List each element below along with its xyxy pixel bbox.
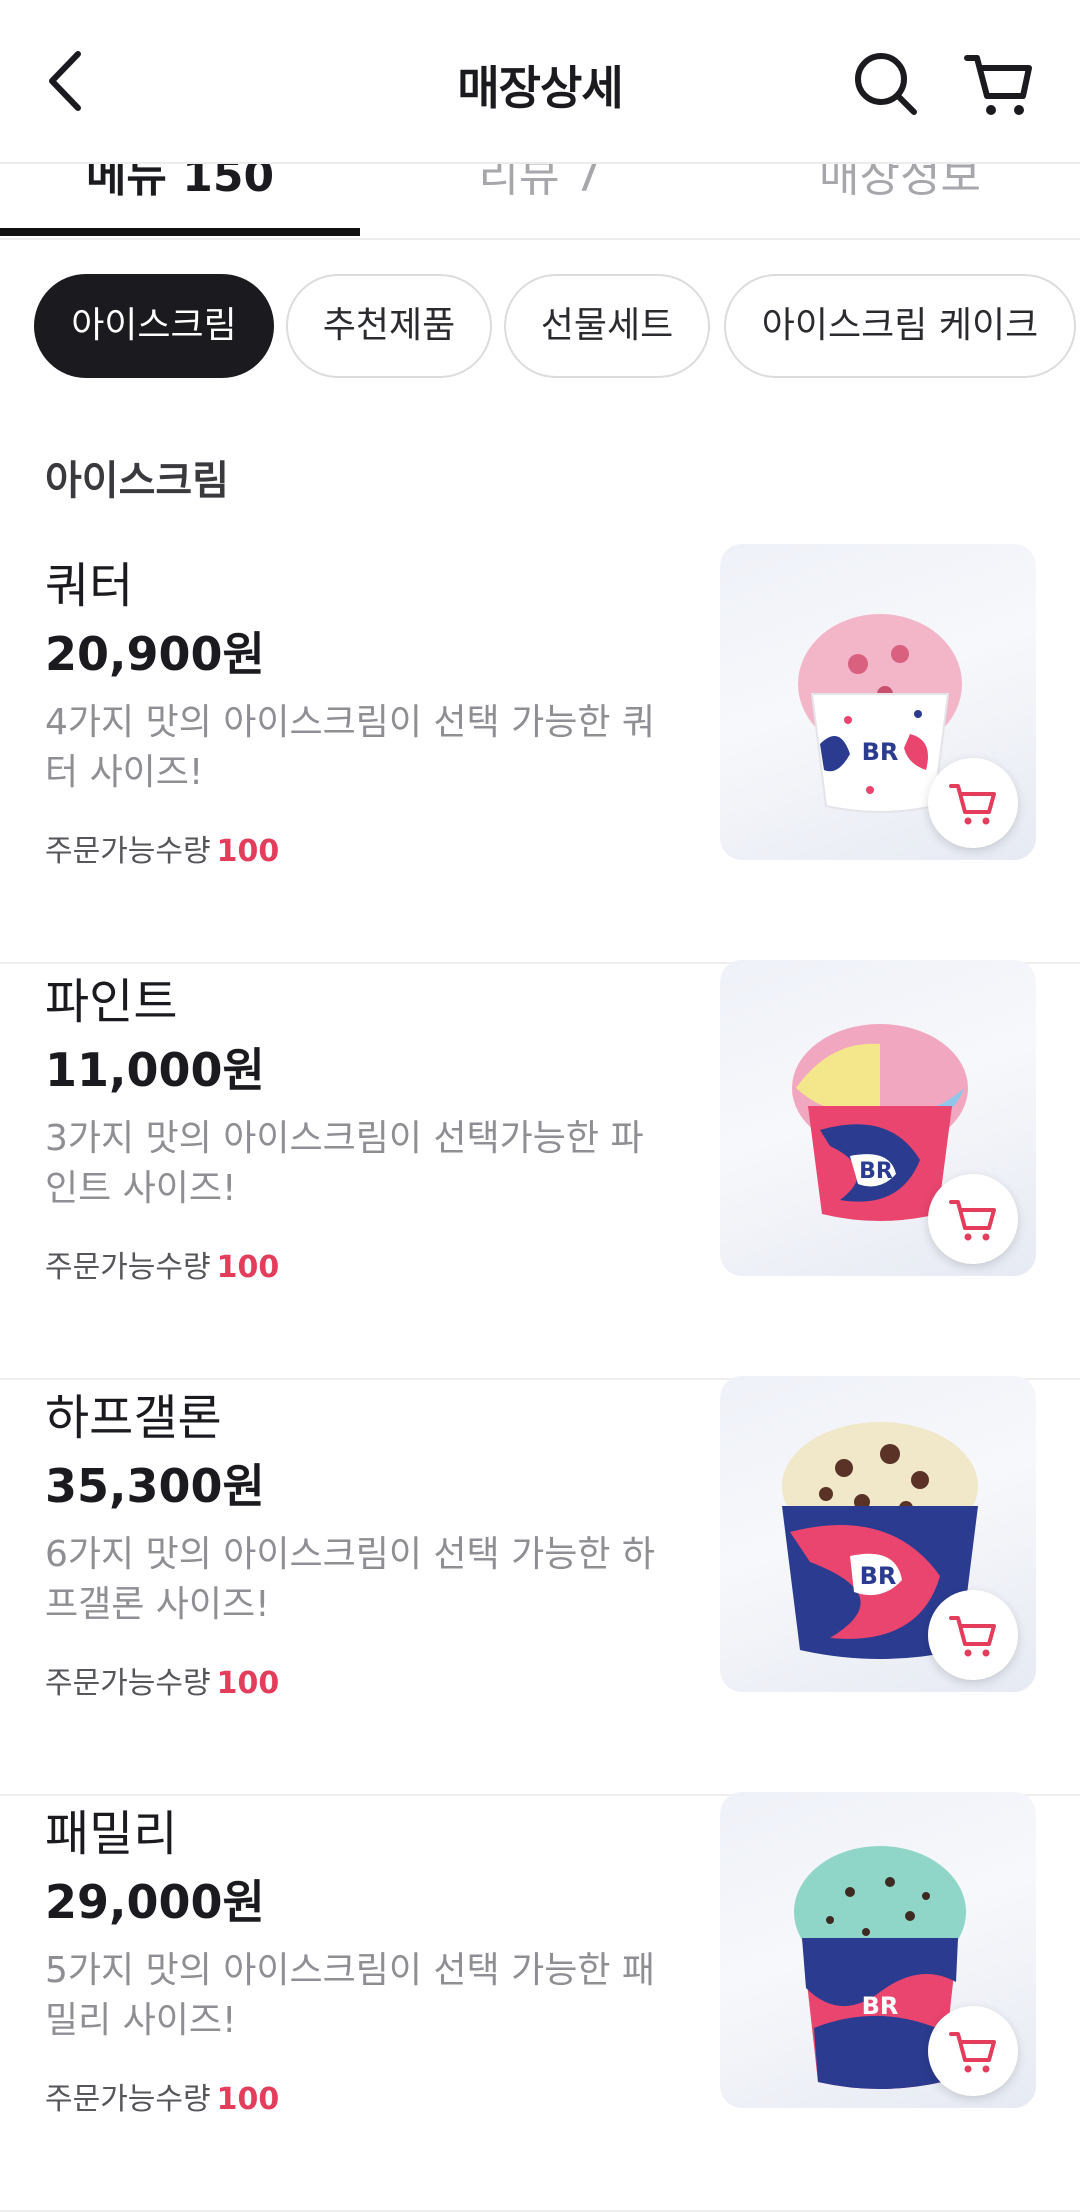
cart-icon (949, 784, 996, 825)
item-name: 패밀리 (45, 1806, 178, 1862)
menu-item[interactable]: 패밀리 29,000원 5가지 맛의 아이스크림이 선택 가능한 패밀리 사이즈… (0, 1792, 1080, 2212)
search-button[interactable] (852, 50, 918, 116)
stock-count: 100 (216, 834, 280, 869)
cart-button[interactable] (963, 48, 1035, 120)
chip-recommended[interactable]: 추천제품 (286, 274, 492, 378)
menu-item[interactable]: 쿼터 20,900원 4가지 맛의 아이스크림이 선택 가능한 쿼터 사이즈! … (0, 544, 1080, 964)
chip-icecream-cake[interactable]: 아이스크림 케이크 (724, 274, 1076, 378)
stock-label: 주문가능수량 (45, 1250, 211, 1285)
stock-label: 주문가능수량 (45, 2082, 211, 2117)
top-app-bar: 매장상세 (0, 0, 1080, 164)
item-description: 4가지 맛의 아이스크림이 선택 가능한 쿼터 사이즈! (45, 702, 656, 793)
item-price: 11,000원 (45, 1043, 265, 1097)
page-title: 매장상세 (457, 61, 623, 115)
cart-icon (949, 1616, 996, 1657)
tab-store-info[interactable]: 매장정보 (720, 162, 1080, 204)
menu-item[interactable]: 하프갤론 35,300원 6가지 맛의 아이스크림이 선택 가능한 하프갤론 사… (0, 1376, 1080, 1796)
section-title: 아이스크림 (45, 458, 229, 504)
tab-reviews[interactable]: 리뷰 7 (360, 162, 720, 204)
item-description: 6가지 맛의 아이스크림이 선택 가능한 하프갤론 사이즈! (45, 1534, 656, 1625)
item-stock: 주문가능수량 100 (45, 1242, 279, 1286)
add-to-cart-button[interactable] (928, 1174, 1018, 1264)
cart-icon (949, 1200, 996, 1241)
item-stock: 주문가능수량 100 (45, 826, 279, 870)
search-icon (855, 53, 917, 115)
item-stock: 주문가능수량 100 (45, 2074, 279, 2118)
item-name: 파인트 (45, 974, 178, 1030)
item-description: 3가지 맛의 아이스크림이 선택가능한 파인트 사이즈! (45, 1118, 644, 1209)
add-to-cart-button[interactable] (928, 2006, 1018, 2096)
stock-count: 100 (216, 1250, 280, 1285)
item-price: 20,900원 (45, 627, 265, 681)
stock-label: 주문가능수량 (45, 834, 211, 869)
item-name: 쿼터 (45, 558, 134, 614)
chip-gift-set[interactable]: 선물세트 (504, 274, 710, 378)
svg-text:BR: BR (862, 738, 899, 766)
cart-icon (949, 2032, 996, 2073)
stock-count: 100 (216, 1666, 280, 1701)
menu-item[interactable]: 파인트 11,000원 3가지 맛의 아이스크림이 선택가능한 파인트 사이즈!… (0, 960, 1080, 1380)
svg-text:BR: BR (862, 1992, 899, 2020)
item-stock: 주문가능수량 100 (45, 1658, 279, 1702)
stock-label: 주문가능수량 (45, 1666, 211, 1701)
svg-text:BR: BR (859, 1159, 893, 1184)
item-description: 5가지 맛의 아이스크림이 선택 가능한 패밀리 사이즈! (45, 1950, 656, 2041)
add-to-cart-button[interactable] (928, 1590, 1018, 1680)
item-price: 35,300원 (45, 1459, 265, 1513)
stock-count: 100 (216, 2082, 280, 2117)
item-price: 29,000원 (45, 1875, 265, 1929)
tab-menu[interactable]: 메뉴 150 (0, 162, 360, 204)
item-name: 하프갤론 (45, 1390, 222, 1446)
cart-icon (964, 55, 1032, 115)
svg-text:BR: BR (860, 1562, 897, 1590)
chip-icecream[interactable]: 아이스크림 (34, 274, 274, 378)
add-to-cart-button[interactable] (928, 758, 1018, 848)
active-tab-indicator (0, 228, 360, 236)
